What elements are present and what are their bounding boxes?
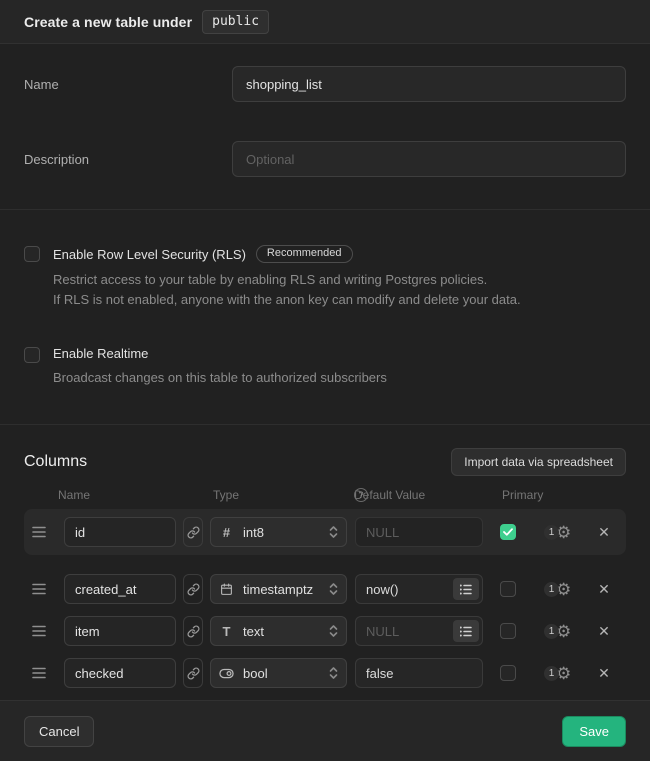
col-header-type: Type [213, 488, 239, 502]
dialog-header: Create a new table under public [0, 0, 650, 44]
drag-handle-icon[interactable] [30, 526, 48, 538]
chevron-updown-icon [329, 666, 338, 680]
cancel-button[interactable]: Cancel [24, 716, 94, 747]
column-settings-button[interactable]: 1 ⚙ [544, 524, 578, 541]
settings-count-badge: 1 [544, 666, 559, 681]
rls-row: Enable Row Level Security (RLS) Recommen… [24, 245, 626, 310]
column-settings-button[interactable]: 1 ⚙ [544, 581, 578, 598]
column-type-select[interactable]: bool [210, 658, 347, 688]
rls-description: Restrict access to your table by enablin… [53, 270, 626, 310]
remove-column-button[interactable]: ✕ [596, 665, 612, 682]
options-section: Enable Row Level Security (RLS) Recommen… [0, 210, 650, 425]
rls-label: Enable Row Level Security (RLS) [53, 247, 246, 262]
primary-checkbox[interactable] [500, 623, 516, 639]
default-value-list-icon[interactable] [453, 578, 479, 600]
primary-checkbox[interactable] [500, 581, 516, 597]
columns-section: Columns Import data via spreadsheet Name… [0, 425, 650, 700]
rls-checkbox[interactable] [24, 246, 40, 262]
primary-checkbox[interactable] [500, 665, 516, 681]
remove-column-button[interactable]: ✕ [596, 524, 612, 541]
name-label: Name [24, 77, 232, 92]
column-name-input[interactable] [64, 574, 176, 604]
primary-checkbox[interactable] [500, 524, 516, 540]
settings-count-badge: 1 [544, 582, 559, 597]
realtime-description: Broadcast changes on this table to autho… [53, 368, 626, 388]
column-row-item: T text 1 ⚙ ✕ [24, 616, 626, 646]
dialog-title: Create a new table under [24, 14, 192, 30]
realtime-row: Enable Realtime Broadcast changes on thi… [24, 346, 626, 388]
columns-header-row: Name Type Default Value ? Primary [24, 488, 626, 502]
chevron-updown-icon [329, 525, 338, 539]
settings-count-badge: 1 [544, 624, 559, 639]
remove-column-button[interactable]: ✕ [596, 623, 612, 640]
foreign-key-link-icon[interactable] [183, 616, 203, 646]
columns-heading: Columns [24, 453, 87, 471]
description-label: Description [24, 152, 232, 167]
column-name-input[interactable] [64, 658, 176, 688]
dialog-footer: Cancel Save [0, 700, 650, 761]
import-spreadsheet-button[interactable]: Import data via spreadsheet [451, 448, 626, 476]
table-info-section: Name Description [0, 44, 650, 210]
description-row: Description [24, 141, 626, 177]
foreign-key-link-icon[interactable] [183, 517, 203, 547]
remove-column-button[interactable]: ✕ [596, 581, 612, 598]
default-value-input[interactable] [355, 658, 483, 688]
recommended-badge: Recommended [256, 245, 353, 263]
column-row-created-at: timestamptz 1 ⚙ ✕ [24, 574, 626, 604]
column-row-checked: bool 1 ⚙ ✕ [24, 658, 626, 688]
realtime-checkbox[interactable] [24, 347, 40, 363]
realtime-label: Enable Realtime [53, 346, 148, 361]
chevron-updown-icon [329, 582, 338, 596]
column-type-select[interactable]: # int8 [210, 517, 347, 547]
foreign-key-link-icon[interactable] [183, 574, 203, 604]
column-settings-button[interactable]: 1 ⚙ [544, 623, 578, 640]
column-settings-button[interactable]: 1 ⚙ [544, 665, 578, 682]
column-name-input[interactable] [64, 616, 176, 646]
drag-handle-icon[interactable] [30, 667, 48, 679]
number-icon: # [219, 525, 234, 540]
save-button[interactable]: Save [562, 716, 626, 747]
calendar-icon [219, 583, 234, 596]
description-input[interactable] [232, 141, 626, 177]
schema-badge: public [202, 10, 269, 34]
col-header-name: Name [58, 488, 90, 502]
name-input[interactable] [232, 66, 626, 102]
settings-count-badge: 1 [544, 525, 559, 540]
text-icon: T [219, 624, 234, 639]
column-name-input[interactable] [64, 517, 176, 547]
help-icon[interactable]: ? [354, 488, 368, 502]
column-type-select[interactable]: timestamptz [210, 574, 347, 604]
column-row-id: # int8 1 ⚙ ✕ [24, 509, 626, 555]
foreign-key-link-icon[interactable] [183, 658, 203, 688]
name-row: Name [24, 66, 626, 102]
drag-handle-icon[interactable] [30, 583, 48, 595]
default-value-input [355, 517, 483, 547]
default-value-list-icon[interactable] [453, 620, 479, 642]
drag-handle-icon[interactable] [30, 625, 48, 637]
toggle-icon [219, 668, 234, 679]
chevron-updown-icon [329, 624, 338, 638]
column-type-select[interactable]: T text [210, 616, 347, 646]
create-table-dialog: Create a new table under public Name Des… [0, 0, 650, 761]
col-header-primary: Primary [502, 488, 543, 502]
